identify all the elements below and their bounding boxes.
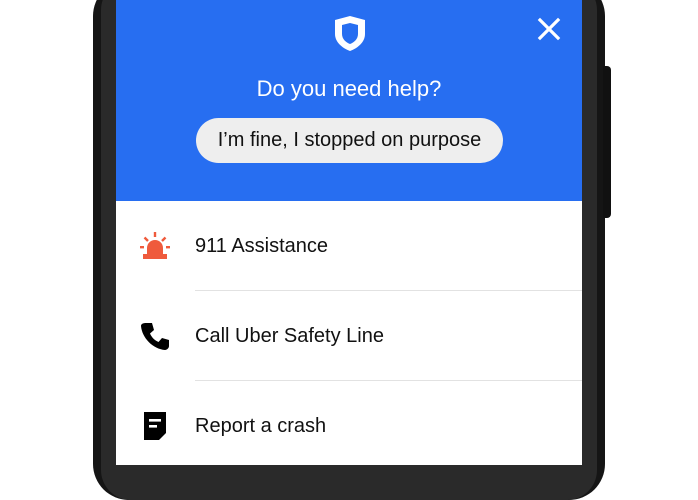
option-report-crash[interactable]: Report a crash xyxy=(116,381,582,465)
option-label: 911 Assistance xyxy=(195,235,329,257)
option-call-safety-line[interactable]: Call Uber Safety Line xyxy=(116,291,582,381)
document-icon xyxy=(144,412,166,440)
option-label: Report a crash xyxy=(195,415,327,437)
close-icon xyxy=(537,17,561,41)
close-button[interactable] xyxy=(534,14,564,44)
help-title: Do you need help? xyxy=(256,76,442,101)
phone-screen: Do you need help? I’m fine, I stopped on… xyxy=(116,0,582,465)
shield-icon xyxy=(335,16,365,51)
option-911-assistance[interactable]: 911 Assistance xyxy=(116,201,582,291)
safety-options-list: 911 Assistance Call Uber Safety Line Rep… xyxy=(116,201,582,465)
option-label: Call Uber Safety Line xyxy=(195,325,384,347)
phone-icon xyxy=(141,323,169,350)
im-fine-button[interactable]: I’m fine, I stopped on purpose xyxy=(196,118,503,163)
phone-side-button xyxy=(603,66,611,218)
help-header: Do you need help? I’m fine, I stopped on… xyxy=(116,0,582,201)
siren-icon xyxy=(140,232,170,259)
